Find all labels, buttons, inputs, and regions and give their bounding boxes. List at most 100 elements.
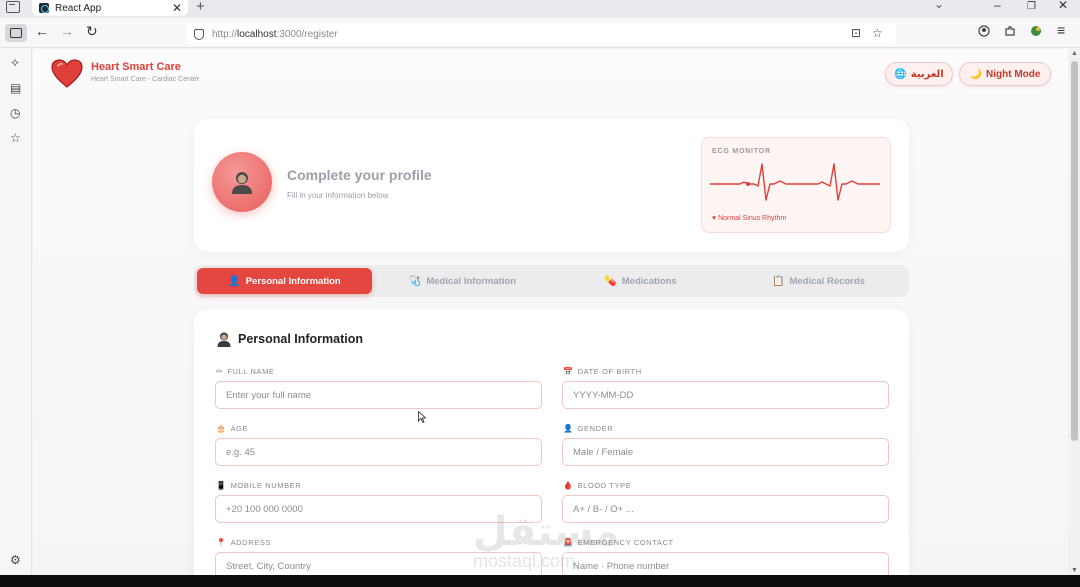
heart-logo-icon <box>51 59 83 88</box>
watermark: مستقل <box>473 509 620 555</box>
browser-navbar: ← → ↻ http://localhost:3000/register ⊡ ☆… <box>0 18 1080 48</box>
age-input[interactable] <box>215 438 542 466</box>
language-button[interactable]: 🌐 العربية <box>885 62 953 86</box>
tab-title: React App <box>55 2 102 14</box>
brand-title: Heart Smart Care <box>91 61 181 73</box>
clipboard-icon: 📋 <box>772 275 785 287</box>
tab-label: Medical Information <box>426 275 517 287</box>
ecg-monitor: ECG MONITOR ♥ Normal Sinus Rhythm <box>701 137 891 233</box>
moon-icon: 🌙 <box>969 68 982 80</box>
reader-view-icon[interactable]: ⊡ <box>851 26 861 40</box>
bookmark-star-icon[interactable]: ☆ <box>872 26 883 40</box>
phone-icon: 📱 <box>216 481 227 490</box>
page-viewport: Heart Smart Care Heart Smart Care - Card… <box>33 49 1068 575</box>
forward-arrow-icon[interactable]: → <box>60 23 74 39</box>
globe-icon: 🌐 <box>894 68 907 80</box>
scroll-up-icon[interactable]: ▲ <box>1071 50 1078 57</box>
tab-label: Medications <box>621 275 677 287</box>
watermark-url: mostaql.com <box>473 551 576 571</box>
account-icon[interactable] <box>978 25 990 37</box>
shield-icon <box>194 28 204 40</box>
tab-close-icon[interactable]: ✕ <box>172 1 182 15</box>
stethoscope-icon: 🩺 <box>408 275 422 287</box>
url-prefix: http:// <box>212 28 238 40</box>
language-button-label: العربية <box>910 68 944 80</box>
reload-icon[interactable]: ↻ <box>86 23 98 40</box>
field-label-text: GENDER <box>577 424 614 433</box>
taskbar-strip <box>0 575 1080 587</box>
blood-type-label: 🩸 BLOOD TYPE <box>563 481 631 490</box>
page-scrollbar[interactable]: ▲ ▼ <box>1068 49 1080 575</box>
age-label: 🎂 AGE <box>216 424 248 433</box>
field-label-text: AGE <box>230 424 249 433</box>
back-arrow-icon[interactable]: ← <box>35 23 49 39</box>
brand-subtitle: Heart Smart Care - Cardiac Center <box>91 76 200 83</box>
profile-subtitle: Fill in your information below <box>287 191 389 200</box>
cake-icon: 🎂 <box>216 424 227 433</box>
gender-label: 👤 GENDER <box>563 424 613 433</box>
tab-medical-records[interactable]: 📋 Medical Records <box>731 268 906 294</box>
full-name-label: ✏ FULL NAME <box>216 367 275 376</box>
night-mode-button[interactable]: 🌙 Night Mode <box>959 62 1051 86</box>
close-window-icon[interactable]: ✕ <box>1058 0 1068 12</box>
tab-medications[interactable]: 💊 Medications <box>553 268 728 294</box>
sidebar-toggle-icon[interactable] <box>5 24 27 42</box>
pencil-icon: ✏ <box>216 367 224 376</box>
scroll-down-icon[interactable]: ▼ <box>1071 567 1078 574</box>
react-favicon-icon <box>39 3 49 13</box>
ai-sparkle-icon[interactable]: ✧ <box>10 57 20 69</box>
minimize-icon[interactable]: – <box>994 0 1001 12</box>
tab-list-chevron-icon[interactable]: ⌄ <box>934 0 944 11</box>
url-path: :3000/register <box>276 28 338 40</box>
night-mode-label: Night Mode <box>986 68 1041 80</box>
form-tabs: 👤 Personal Information 🩺 Medical Informa… <box>194 265 909 297</box>
full-name-input[interactable] <box>215 381 542 409</box>
window-menu-icon[interactable] <box>6 1 20 13</box>
emergency-contact-input[interactable] <box>562 552 889 575</box>
settings-gear-icon[interactable]: ⚙ <box>10 554 21 566</box>
address-label: 📍 ADDRESS <box>216 538 271 547</box>
url-bar[interactable]: http://localhost:3000/register ⊡ ☆ <box>186 23 896 45</box>
tab-label: Personal Information <box>245 275 341 287</box>
pin-icon: 📍 <box>216 538 227 547</box>
mobile-number-label: 📱 MOBILE NUMBER <box>216 481 301 490</box>
person-icon: 👤 <box>228 275 241 287</box>
history-icon[interactable]: ◷ <box>10 107 20 119</box>
scrollbar-thumb[interactable] <box>1071 61 1078 441</box>
browser-tab[interactable]: React App ✕ <box>32 0 188 16</box>
tab-medical-information[interactable]: 🩺 Medical Information <box>375 268 550 294</box>
blood-drop-icon: 🩸 <box>563 481 574 490</box>
date-of-birth-input[interactable] <box>562 381 889 409</box>
section-title: Personal Information <box>216 331 363 347</box>
menu-icon[interactable]: ≡ <box>1057 22 1065 38</box>
browser-tab-bar: React App ✕ + ⌄ – ❐ ✕ <box>0 0 1080 18</box>
tab-personal-information[interactable]: 👤 Personal Information <box>197 268 372 294</box>
user-avatar-icon <box>232 172 252 194</box>
profile-title: Complete your profile <box>287 167 432 183</box>
ecg-waveform <box>710 163 880 201</box>
extensions-icon[interactable] <box>1004 25 1016 37</box>
person-icon: 👤 <box>563 424 574 433</box>
profile-card: Complete your profile Fill in your infor… <box>194 119 909 252</box>
field-label-text: BLOOD TYPE <box>577 481 632 490</box>
restore-icon[interactable]: ❐ <box>1027 1 1036 12</box>
vpn-extension-icon[interactable] <box>1030 25 1042 37</box>
reading-list-icon[interactable]: ▤ <box>10 82 21 94</box>
new-tab-button[interactable]: + <box>196 0 205 15</box>
field-label-text: MOBILE NUMBER <box>230 481 302 490</box>
url-host: localhost <box>237 28 277 40</box>
ecg-status: ♥ Normal Sinus Rhythm <box>712 215 787 222</box>
bookmarks-icon[interactable]: ☆ <box>10 132 21 144</box>
field-label-text: ADDRESS <box>230 538 272 547</box>
tab-label: Medical Records <box>789 275 865 287</box>
field-label-text: DATE OF BIRTH <box>577 367 642 376</box>
date-of-birth-label: 📅 DATE OF BIRTH <box>563 367 642 376</box>
field-label-text: FULL NAME <box>227 367 275 376</box>
browser-side-panel: ✧ ▤ ◷ ☆ ⚙ <box>0 48 32 575</box>
calendar-icon: 📅 <box>563 367 574 376</box>
ecg-monitor-label: ECG MONITOR <box>712 148 771 155</box>
gender-input[interactable] <box>562 438 889 466</box>
mouse-cursor-icon <box>418 411 426 423</box>
person-icon <box>217 332 231 347</box>
section-title-text: Personal Information <box>238 332 364 346</box>
